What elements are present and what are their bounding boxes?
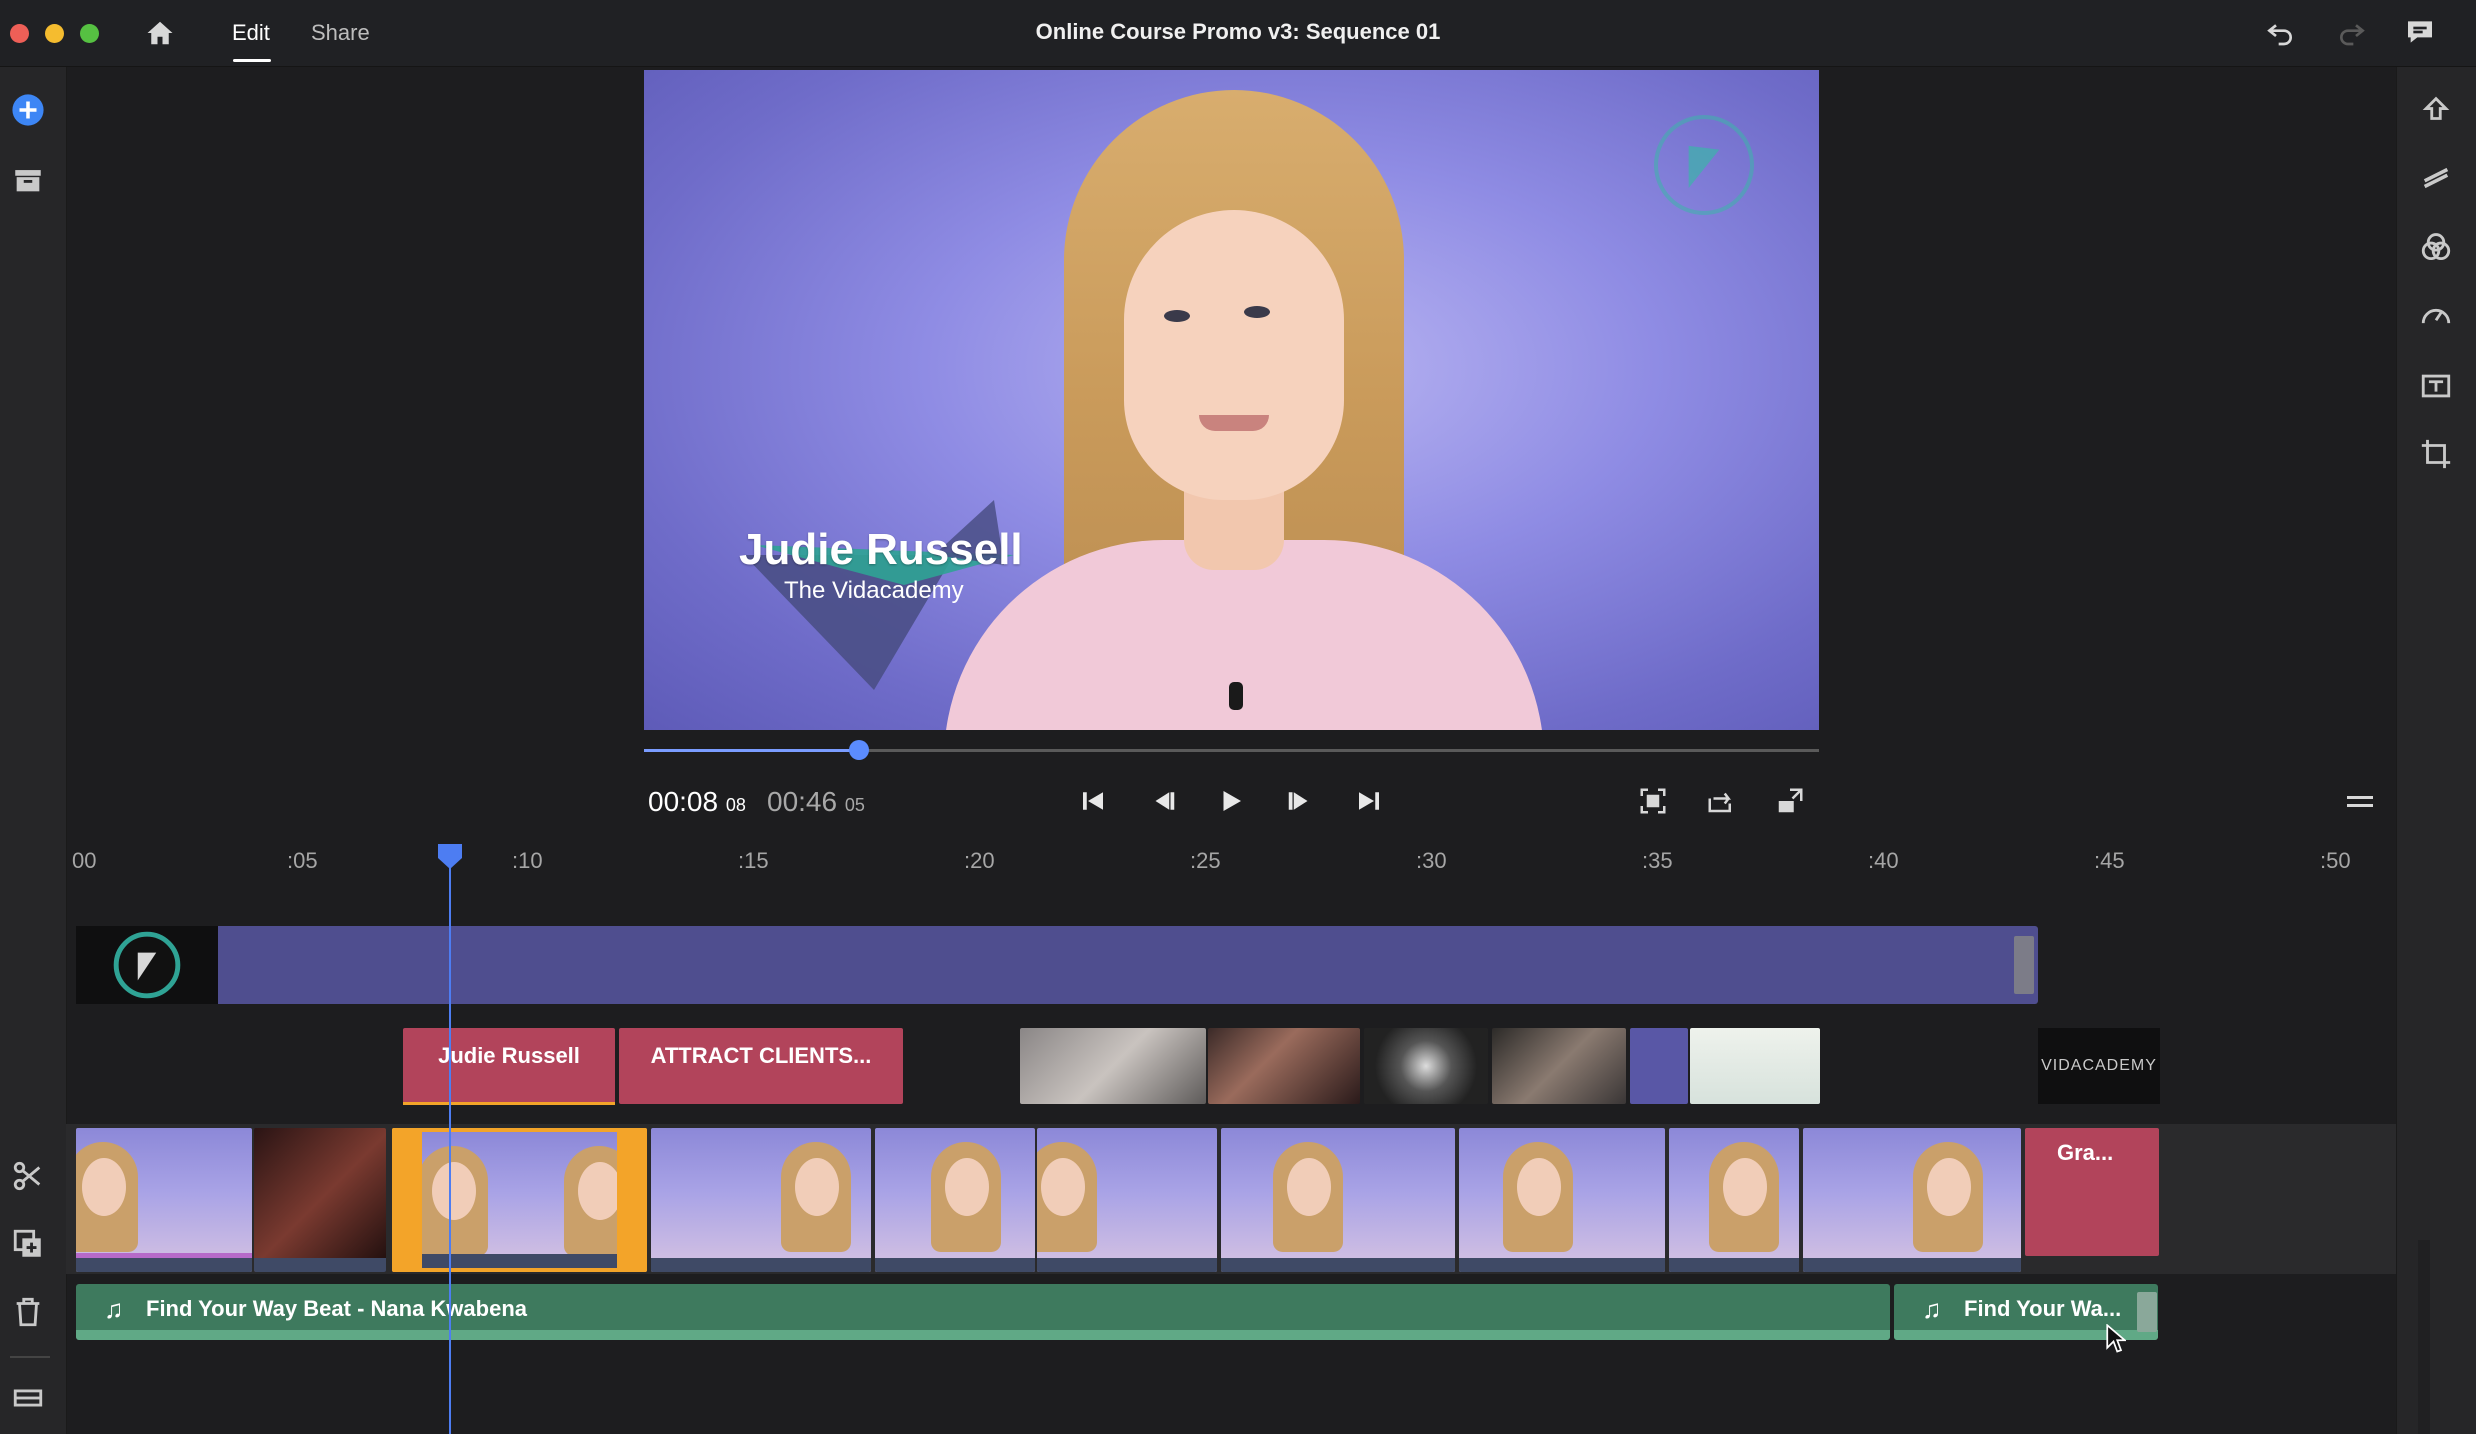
timeline-ruler[interactable] <box>66 836 2396 886</box>
titles-icon[interactable] <box>2416 366 2456 406</box>
video-clip-selected[interactable] <box>392 1128 647 1272</box>
title-clip-judie-russell[interactable]: Judie Russell <box>403 1028 615 1104</box>
music-note-icon: ♫ <box>1922 1294 1942 1324</box>
total-time: 00:46 <box>767 786 838 817</box>
graphics-track-clip[interactable] <box>76 926 2038 1004</box>
preview-mouth <box>1199 415 1269 431</box>
preview-eye-right <box>1244 306 1270 318</box>
broll-clip[interactable] <box>1364 1028 1488 1104</box>
rail-divider <box>10 1356 50 1358</box>
video-clip[interactable] <box>651 1128 871 1272</box>
comment-icon[interactable] <box>2404 16 2440 50</box>
right-panel-rail <box>2396 67 2476 1434</box>
timeline-menu-icon[interactable] <box>2345 790 2375 814</box>
add-media-icon[interactable] <box>8 90 48 130</box>
ruler-label: :15 <box>738 848 769 873</box>
lower-third-name: Judie Russell <box>739 525 1023 574</box>
video-clip[interactable] <box>1221 1128 1455 1272</box>
playhead-handle[interactable] <box>436 842 464 870</box>
track-height-icon[interactable] <box>8 1378 48 1418</box>
undo-icon[interactable] <box>2264 16 2300 50</box>
video-clip[interactable] <box>875 1128 1035 1272</box>
window-title: Online Course Promo v3: Sequence 01 <box>1035 19 1441 44</box>
title-clip-link-line <box>403 1102 615 1105</box>
ruler-label: :45 <box>2094 848 2125 873</box>
upload-icon[interactable] <box>2416 90 2456 130</box>
video-clip[interactable] <box>1803 1128 2021 1272</box>
go-to-start-button[interactable] <box>1073 784 1113 818</box>
go-to-end-button[interactable] <box>1349 784 1389 818</box>
speed-icon[interactable] <box>2416 296 2456 336</box>
trim-handle-left[interactable] <box>392 1128 422 1272</box>
current-time: 00:08 <box>648 786 719 817</box>
audio-clip-main[interactable]: ♫ Find Your Way Beat - Nana Kwabena <box>76 1284 1890 1340</box>
end-card-clip[interactable]: VIDACADEMY <box>2038 1028 2160 1104</box>
total-frames: 05 <box>844 795 865 815</box>
trim-handle-right[interactable] <box>617 1128 647 1272</box>
audio-clip-title: Find Your Wa... <box>1964 1296 2122 1321</box>
active-tab-indicator <box>233 59 271 62</box>
ruler-label: :35 <box>1642 848 1673 873</box>
fullscreen-button[interactable] <box>1770 784 1810 818</box>
transitions-icon[interactable] <box>2416 158 2456 198</box>
redo-icon[interactable] <box>2336 16 2372 50</box>
current-timecode: 00:08 08 <box>648 786 746 818</box>
broll-clip[interactable] <box>1492 1028 1626 1104</box>
play-button[interactable] <box>1211 784 1251 818</box>
fit-view-button[interactable] <box>1633 784 1673 818</box>
video-preview[interactable]: Judie Russell The Vidacademy <box>644 70 1819 730</box>
crop-icon[interactable] <box>2416 434 2456 474</box>
ruler-label: :10 <box>512 848 543 873</box>
mouse-cursor <box>2106 1323 2130 1360</box>
playhead-line <box>449 860 451 1434</box>
preview-person-face <box>1124 210 1344 500</box>
watermark-logo <box>1654 115 1754 215</box>
preview-eye-left <box>1164 310 1190 322</box>
audio-meter <box>2418 1240 2430 1434</box>
graphics-clip-trim-handle[interactable] <box>2014 936 2034 994</box>
broll-clip[interactable] <box>1020 1028 1206 1104</box>
ruler-label: :20 <box>964 848 995 873</box>
ruler-label: :05 <box>287 848 318 873</box>
video-clip[interactable] <box>1669 1128 1799 1272</box>
library-icon[interactable] <box>8 160 48 200</box>
ruler-label: :25 <box>1190 848 1221 873</box>
broll-clip[interactable] <box>1630 1028 1688 1104</box>
ruler-label: :30 <box>1416 848 1447 873</box>
broll-clip[interactable] <box>1208 1028 1360 1104</box>
trash-icon[interactable] <box>8 1292 48 1332</box>
audio-trim-handle[interactable] <box>2137 1292 2157 1332</box>
title-clip-attract-clients[interactable]: ATTRACT CLIENTS... <box>619 1028 903 1104</box>
scrubber-handle[interactable] <box>849 740 870 760</box>
graphic-clip[interactable]: Gra... <box>2025 1128 2159 1256</box>
color-icon[interactable] <box>2416 228 2456 268</box>
loop-button[interactable] <box>1701 784 1741 818</box>
audio-clip-title: Find Your Way Beat - Nana Kwabena <box>146 1296 527 1321</box>
current-frames: 08 <box>725 795 746 815</box>
ruler-label: :40 <box>1868 848 1899 873</box>
ruler-label: 00 <box>72 848 97 873</box>
scissors-icon[interactable] <box>8 1156 48 1196</box>
lapel-mic <box>1229 682 1243 710</box>
scrubber-progress <box>644 749 860 752</box>
video-clip[interactable] <box>254 1128 386 1272</box>
lower-third-subtitle: The Vidacademy <box>784 577 964 604</box>
video-clip[interactable] <box>76 1128 252 1272</box>
ruler-label: :50 <box>2320 848 2351 873</box>
step-back-button[interactable] <box>1143 784 1183 818</box>
broll-clip[interactable] <box>1690 1028 1820 1104</box>
video-clip[interactable] <box>1459 1128 1665 1272</box>
duplicate-icon[interactable] <box>8 1224 48 1264</box>
logo-thumbnail <box>76 926 218 1004</box>
total-duration: 00:46 05 <box>767 786 865 818</box>
step-forward-button[interactable] <box>1280 784 1320 818</box>
video-clip[interactable] <box>1037 1128 1217 1272</box>
music-note-icon: ♫ <box>104 1294 124 1324</box>
